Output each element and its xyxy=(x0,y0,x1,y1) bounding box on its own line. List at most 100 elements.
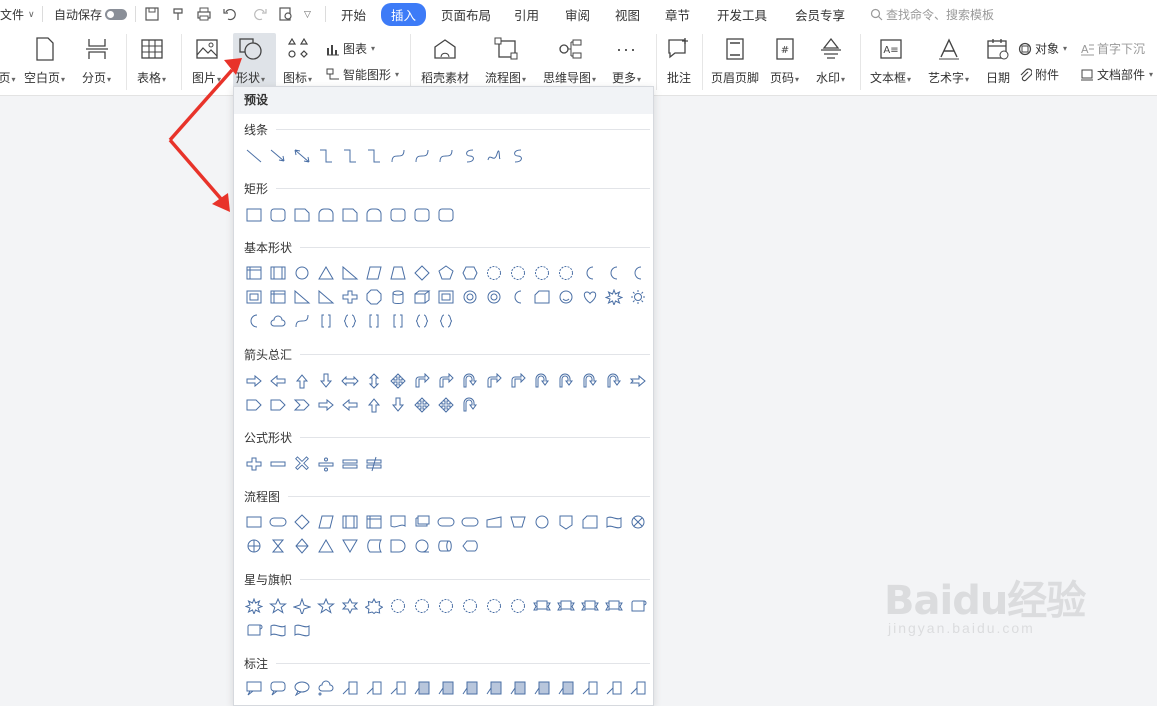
date-button[interactable]: 日期 xyxy=(985,36,1011,86)
shape-chevron-icon[interactable] xyxy=(290,394,314,416)
shape-rect-icon[interactable] xyxy=(242,204,266,226)
shape-ftape-icon[interactable] xyxy=(602,511,626,533)
tab-view[interactable]: 视图 xyxy=(615,5,640,24)
shape-notch-icon[interactable] xyxy=(626,370,650,392)
shape-callout5-icon[interactable] xyxy=(386,677,410,699)
shape-uturn-icon[interactable] xyxy=(458,370,482,392)
flowchart-button[interactable]: 流程图▾ xyxy=(485,36,526,86)
shape-round1-icon[interactable] xyxy=(362,204,386,226)
format-painter-icon[interactable] xyxy=(170,6,186,22)
shape-diamond-icon[interactable] xyxy=(290,511,314,533)
shape-bent-icon[interactable] xyxy=(434,370,458,392)
shape-seal-icon[interactable] xyxy=(506,595,530,617)
shape-scroll-icon[interactable] xyxy=(626,595,650,617)
shape-seal-icon[interactable] xyxy=(410,595,434,617)
shape-burst-icon[interactable] xyxy=(602,286,626,308)
shape-bracket-icon[interactable] xyxy=(386,310,410,332)
shape-plus-icon[interactable] xyxy=(242,453,266,475)
doc-parts-button[interactable]: 文档部件 ▾ xyxy=(1080,66,1153,83)
shape-uturn-icon[interactable] xyxy=(578,370,602,392)
shape-brace-icon[interactable] xyxy=(434,310,458,332)
shape-pentarrow-icon[interactable] xyxy=(242,394,266,416)
file-menu[interactable]: 文件 ∨ xyxy=(0,6,35,23)
shape-rrect-icon[interactable] xyxy=(410,204,434,226)
shape-star6-icon[interactable] xyxy=(338,595,362,617)
shape-callout5-icon[interactable] xyxy=(626,677,650,699)
shape-rtri-icon[interactable] xyxy=(338,262,362,284)
shape-for-icon[interactable] xyxy=(242,535,266,557)
shape-uturn-icon[interactable] xyxy=(530,370,554,392)
tab-chapter[interactable]: 章节 xyxy=(665,5,690,24)
shape-fint-icon[interactable] xyxy=(362,511,386,533)
shape-fdisp-icon[interactable] xyxy=(458,535,482,557)
shape-moon-icon[interactable] xyxy=(602,262,626,284)
shape-larrow-icon[interactable] xyxy=(266,370,290,392)
shape-mult-icon[interactable] xyxy=(290,453,314,475)
blank-page-button[interactable]: 空白页▾ xyxy=(24,36,65,86)
shape-circle-icon[interactable] xyxy=(290,262,314,284)
shape-fmanual-icon[interactable] xyxy=(482,511,506,533)
shape-burst-icon[interactable] xyxy=(242,595,266,617)
print-preview-icon[interactable] xyxy=(278,6,294,22)
shape-curve-icon[interactable] xyxy=(290,310,314,332)
shapes-button[interactable]: 形状▾ xyxy=(236,36,265,86)
shape-fextract-icon[interactable] xyxy=(314,535,338,557)
shape-fcard-icon[interactable] xyxy=(578,511,602,533)
shape-fstored-icon[interactable] xyxy=(362,535,386,557)
shape-darrow2-icon[interactable] xyxy=(386,394,410,416)
shape-seal-icon[interactable] xyxy=(482,595,506,617)
shape-uturn-icon[interactable] xyxy=(554,370,578,392)
shape-seal-icon[interactable] xyxy=(482,262,506,284)
shape-scroll-icon[interactable] xyxy=(242,619,266,641)
shape-elbow-icon[interactable] xyxy=(362,145,386,167)
shape-bent-icon[interactable] xyxy=(506,370,530,392)
shape-frame-icon[interactable] xyxy=(434,286,458,308)
shape-diamond-icon[interactable] xyxy=(410,262,434,284)
shape-callout6-icon[interactable] xyxy=(554,677,578,699)
mindmap-button[interactable]: 思维导图▾ xyxy=(543,36,596,86)
icons-button[interactable]: 图标▾ xyxy=(283,36,312,86)
customize-chevron-icon[interactable]: ▽ xyxy=(304,9,311,20)
shape-round1-icon[interactable] xyxy=(314,204,338,226)
shape-heart-icon[interactable] xyxy=(578,286,602,308)
redo-icon[interactable] xyxy=(252,6,268,22)
shape-fmag-icon[interactable] xyxy=(434,535,458,557)
shape-fcard-icon[interactable] xyxy=(530,286,554,308)
shape-quad-icon[interactable] xyxy=(434,394,458,416)
shape-moon-icon[interactable] xyxy=(242,310,266,332)
shape-bracket-icon[interactable] xyxy=(362,310,386,332)
tab-home[interactable]: 开始 xyxy=(341,5,366,24)
shape-star5-icon[interactable] xyxy=(314,595,338,617)
more-button[interactable]: ··· 更多▾ xyxy=(612,36,641,86)
shape-ribbon-icon[interactable] xyxy=(554,595,578,617)
wordart-button[interactable]: 艺术字▾ xyxy=(928,36,969,86)
shape-moon-icon[interactable] xyxy=(626,262,650,284)
shape-uarrow-icon[interactable] xyxy=(362,394,386,416)
shape-ribbon-icon[interactable] xyxy=(602,595,626,617)
shape-para-icon[interactable] xyxy=(362,262,386,284)
shape-callout4-icon[interactable] xyxy=(314,677,338,699)
shape-callout6-icon[interactable] xyxy=(434,677,458,699)
shape-bracket-icon[interactable] xyxy=(314,310,338,332)
shape-callout6-icon[interactable] xyxy=(530,677,554,699)
shape-tri-icon[interactable] xyxy=(314,262,338,284)
shape-line-icon[interactable] xyxy=(242,145,266,167)
undo-icon[interactable] xyxy=(222,6,242,22)
tab-references[interactable]: 引用 xyxy=(514,5,539,24)
tab-member[interactable]: 会员专享 xyxy=(795,5,845,24)
shape-fcoll-icon[interactable] xyxy=(266,535,290,557)
shape-seal-icon[interactable] xyxy=(386,595,410,617)
shape-smile-icon[interactable] xyxy=(554,286,578,308)
shape-callout3-icon[interactable] xyxy=(290,677,314,699)
shape-uturn-icon[interactable] xyxy=(602,370,626,392)
shape-elbow-icon[interactable] xyxy=(314,145,338,167)
shape-sun-icon[interactable] xyxy=(626,286,650,308)
shape-moon-icon[interactable] xyxy=(578,262,602,284)
shape-star7-icon[interactable] xyxy=(362,595,386,617)
tab-developer[interactable]: 开发工具 xyxy=(717,5,767,24)
shape-darrow2-icon[interactable] xyxy=(314,370,338,392)
shape-scurve-icon[interactable] xyxy=(458,145,482,167)
shape-rarrow-icon[interactable] xyxy=(314,394,338,416)
shape-darrow-icon[interactable] xyxy=(290,145,314,167)
header-footer-button[interactable]: 页眉页脚 xyxy=(711,36,759,86)
